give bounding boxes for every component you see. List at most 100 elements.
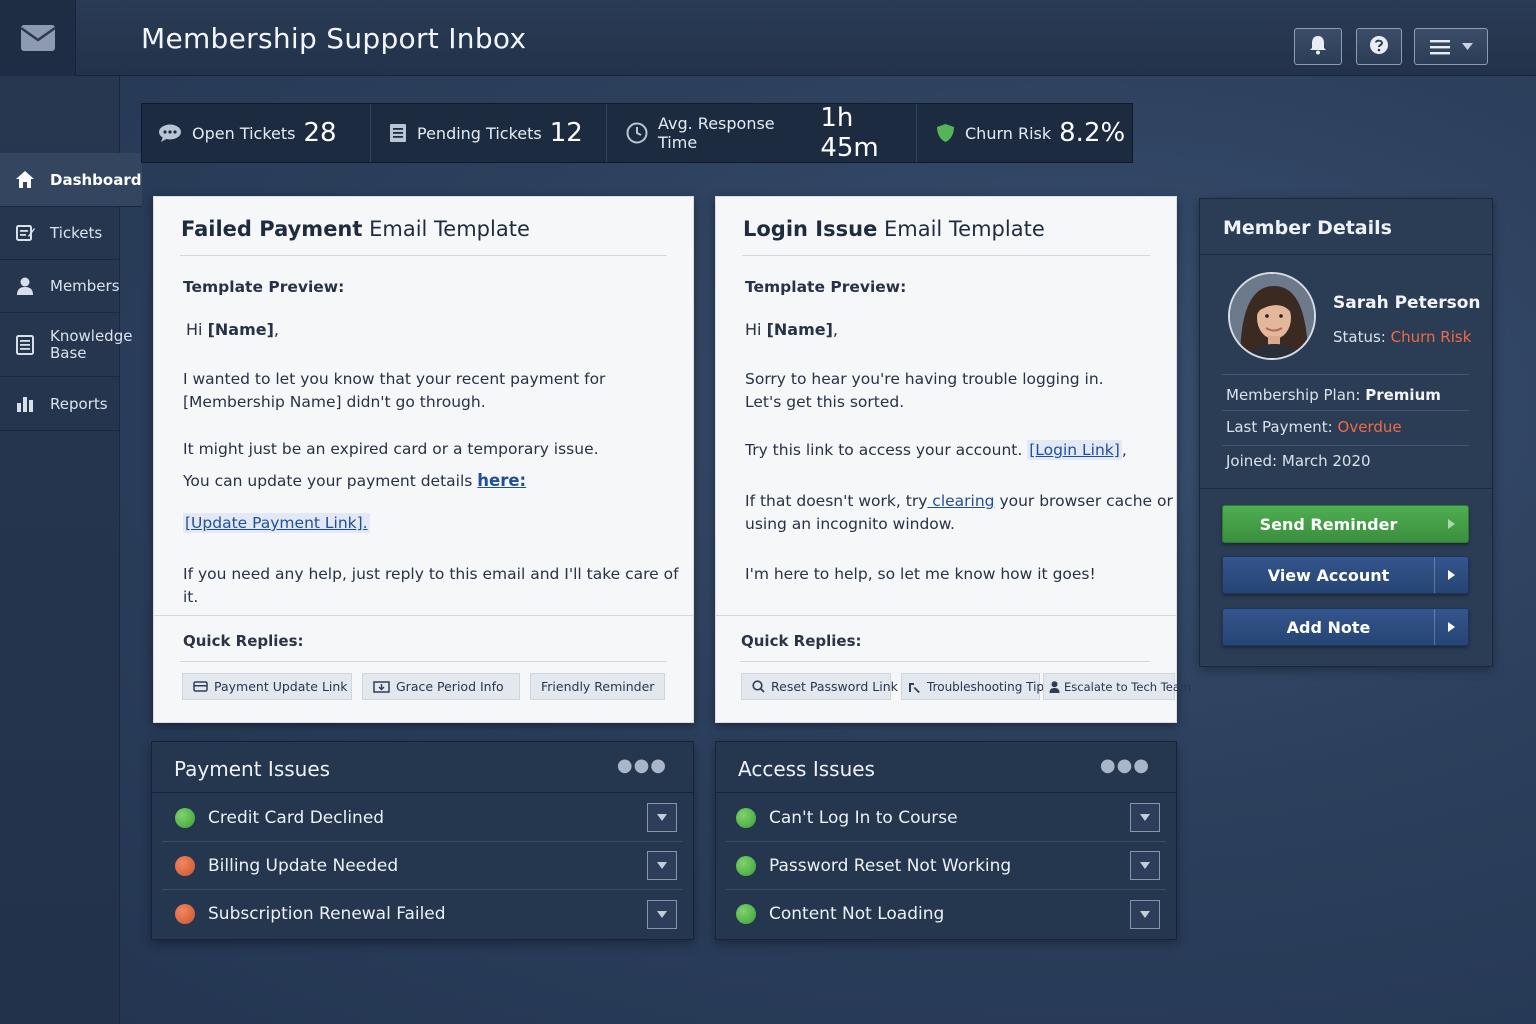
mail-logo-icon[interactable] [0, 0, 76, 76]
chevron-down-icon [1461, 43, 1473, 50]
edit-icon [0, 224, 50, 242]
chevron-down-icon[interactable] [1130, 899, 1160, 929]
issue-row-cant-log-in[interactable]: Can't Log In to Course [726, 794, 1166, 842]
paragraph-1: I wanted to let you know that your recen… [183, 368, 605, 414]
paragraph-1: Sorry to hear you're having trouble logg… [745, 368, 1104, 414]
member-details-title: Member Details [1200, 199, 1492, 255]
joined-value: March 2020 [1281, 452, 1371, 470]
chip-label: Friendly Reminder [541, 679, 655, 694]
quick-reply-troubleshooting-tips[interactable]: Troubleshooting Tips [901, 673, 1050, 700]
help-button[interactable] [1356, 28, 1402, 65]
chevron-down-icon[interactable] [647, 803, 677, 832]
chip-label: Payment Update Link [214, 679, 348, 694]
sidebar-item-tickets[interactable]: Tickets [0, 207, 120, 260]
card-title-rest: Email Template [362, 217, 530, 241]
chevron-right-icon [1434, 557, 1468, 593]
quick-reply-escalate-to-tech-team[interactable]: Escalate to Tech Team [1043, 673, 1191, 700]
paragraph-3: If that doesn't work, try clearing your … [745, 490, 1173, 536]
calendar-icon [373, 680, 390, 693]
stat-label: Pending Tickets [417, 123, 542, 143]
issue-label: Subscription Renewal Failed [208, 904, 446, 924]
stat-avg-response-time[interactable]: Avg. Response Time 1h 45m [607, 103, 917, 163]
issue-row-billing-update-needed[interactable]: Billing Update Needed [162, 842, 683, 890]
document-icon [389, 123, 407, 143]
status-label: Status: [1333, 328, 1386, 346]
issue-label: Content Not Loading [769, 904, 945, 924]
divider [1222, 410, 1469, 411]
stat-value: 1h 45m [820, 103, 879, 163]
status-dot [175, 807, 195, 828]
divider [180, 661, 667, 662]
greeting-name: [Name] [766, 320, 833, 339]
top-bar: Membership Support Inbox [0, 0, 1536, 76]
sidebar-item-reports[interactable]: Reports [0, 377, 120, 431]
divider [1200, 488, 1492, 489]
button-label: Add Note [1286, 617, 1371, 637]
clearing-link[interactable]: clearing [927, 492, 994, 510]
member-details-panel: Member Details Sarah Peterson Status: Ch… [1199, 198, 1493, 667]
sidebar-item-dashboard[interactable]: Dashboard [0, 153, 142, 207]
stat-label: Avg. Response Time [658, 114, 775, 152]
sidebar-item-knowledge-base[interactable]: Knowledge Base [0, 313, 133, 377]
view-account-button[interactable]: View Account [1222, 556, 1469, 594]
quick-reply-grace-period-info[interactable]: Grace Period Info [362, 673, 520, 700]
chevron-down-icon[interactable] [1130, 851, 1160, 880]
paragraph-text: Try this link to access your account. [745, 441, 1028, 459]
stat-value: 12 [549, 118, 583, 148]
template-preview-label: Template Preview: [183, 278, 345, 296]
stat-open-tickets[interactable]: Open Tickets 28 [142, 104, 371, 162]
notifications-button[interactable] [1294, 28, 1342, 65]
stat-label: Open Tickets [192, 123, 296, 143]
login-link[interactable]: [Login Link] [1027, 440, 1122, 460]
send-reminder-button[interactable]: Send Reminder [1222, 505, 1469, 543]
issue-row-password-reset-not-working[interactable]: Password Reset Not Working [726, 842, 1166, 890]
quick-reply-friendly-reminder[interactable]: Friendly Reminder [530, 673, 665, 700]
chevron-right-icon [1434, 506, 1468, 542]
issue-row-credit-card-declined[interactable]: Credit Card Declined [162, 794, 683, 842]
credit-card-icon [193, 681, 208, 692]
status-dot [736, 904, 756, 924]
payment-value: Overdue [1337, 418, 1402, 436]
stat-label: Churn Risk [965, 123, 1052, 143]
issue-row-content-not-loading[interactable]: Content Not Loading [726, 890, 1166, 938]
plan-value: Premium [1365, 386, 1441, 404]
divider [742, 255, 1150, 256]
more-options-icon[interactable]: ●●● [617, 755, 667, 776]
stat-pending-tickets[interactable]: Pending Tickets 12 [371, 104, 607, 162]
update-payment-link-line: [Update Payment Link]. [183, 512, 370, 535]
greeting-end: , [273, 320, 280, 339]
quick-reply-reset-password-link[interactable]: Reset Password Link [741, 673, 898, 700]
chevron-down-icon[interactable] [647, 899, 677, 929]
paragraph-line: Let's get this sorted. [745, 393, 905, 411]
status-badge: Churn Risk [1390, 328, 1472, 346]
chip-label: Escalate to Tech Team [1064, 679, 1192, 694]
chevron-down-icon[interactable] [1130, 803, 1160, 832]
button-label: Send Reminder [1259, 514, 1398, 534]
panel-title-text: Payment Issues [174, 757, 331, 781]
greeting-line: Hi [Name], [186, 318, 279, 341]
more-options-icon[interactable]: ●●● [1100, 755, 1150, 776]
template-preview-label: Template Preview: [745, 278, 907, 296]
here-link[interactable]: here: [477, 471, 526, 490]
sidebar-item-label: Knowledge Base [50, 326, 133, 362]
issue-row-subscription-renewal-failed[interactable]: Subscription Renewal Failed [162, 890, 683, 938]
chevron-down-icon[interactable] [647, 851, 677, 880]
issue-label: Can't Log In to Course [769, 807, 958, 828]
sidebar-item-members[interactable]: Members [0, 260, 120, 313]
plan-label: Membership Plan: [1226, 386, 1361, 404]
quick-reply-payment-update-link[interactable]: Payment Update Link [182, 673, 352, 700]
greeting-end: , [832, 320, 839, 339]
menu-button[interactable] [1414, 28, 1488, 65]
stat-churn-risk[interactable]: Churn Risk 8.2% [917, 104, 1132, 162]
search-icon [752, 680, 765, 693]
card-title: Failed Payment Email Template [181, 217, 530, 241]
greeting-name: [Name] [207, 320, 274, 339]
status-dot [736, 855, 756, 876]
tools-icon [908, 681, 921, 693]
joined-row: Joined: March 2020 [1226, 452, 1469, 470]
member-status: Status: Churn Risk [1333, 328, 1471, 346]
add-note-button[interactable]: Add Note [1222, 608, 1469, 646]
panel-title: Payment Issues ●●● [152, 742, 693, 793]
update-payment-link[interactable]: [Update Payment Link]. [183, 513, 370, 533]
status-dot [175, 904, 195, 924]
